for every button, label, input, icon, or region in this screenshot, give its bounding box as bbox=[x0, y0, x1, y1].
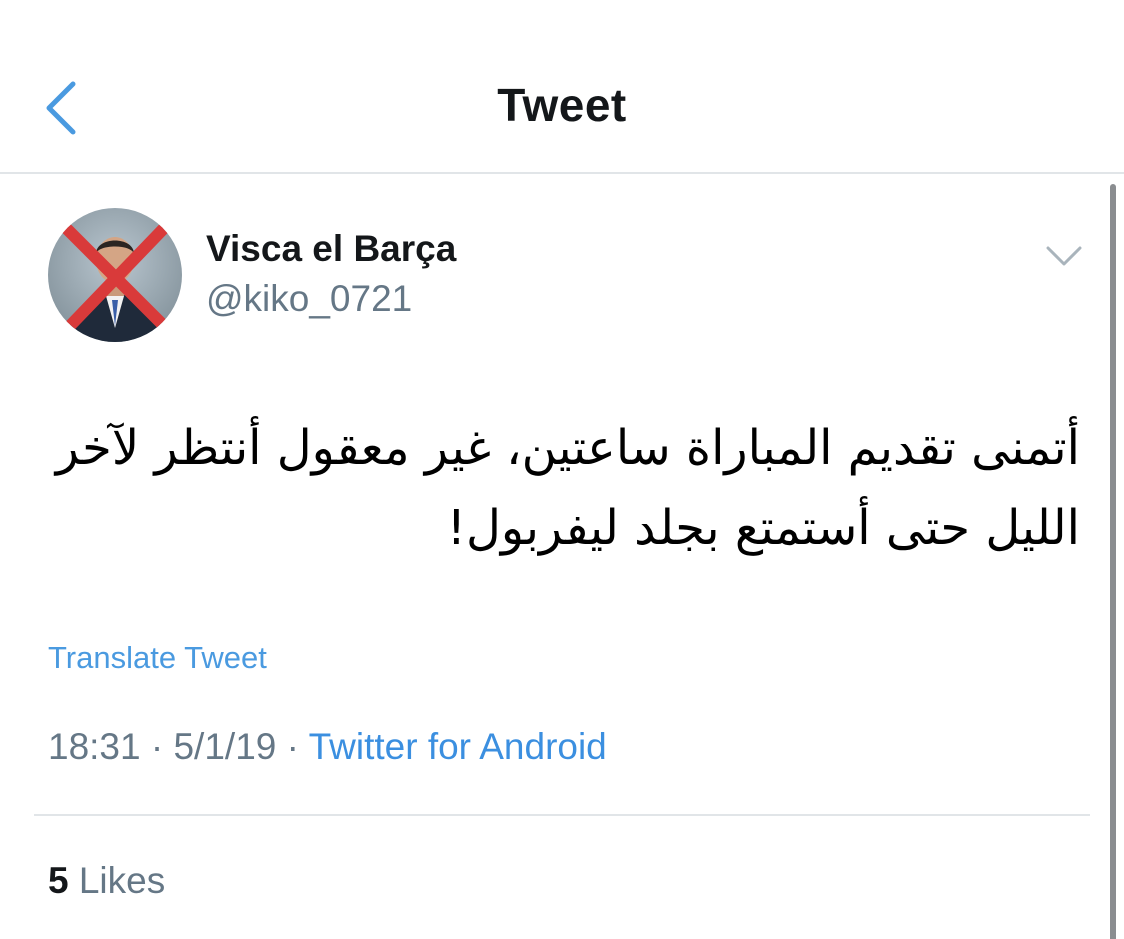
author-handle[interactable]: @kiko_0721 bbox=[206, 278, 412, 320]
tweet-text: أتمنى تقديم المباراة ساعتين، غير معقول أ… bbox=[55, 420, 1080, 556]
likes-count: 5 bbox=[48, 860, 69, 901]
divider bbox=[34, 814, 1090, 816]
likes-link[interactable]: 5 Likes bbox=[48, 860, 165, 902]
tweet-source-link[interactable]: Twitter for Android bbox=[309, 726, 607, 767]
tweet-metadata: 18:31 · 5/1/19 · Twitter for Android bbox=[48, 726, 607, 768]
tweet-detail-screen: Tweet Visca el Barça @kiko_0721 أتمنى تق… bbox=[0, 0, 1124, 939]
separator-dot: · bbox=[276, 726, 309, 767]
translate-tweet-link[interactable]: Translate Tweet bbox=[48, 640, 267, 676]
page-title: Tweet bbox=[497, 79, 627, 131]
likes-label: Likes bbox=[78, 860, 166, 901]
tweet-date: 5/1/19 bbox=[173, 726, 277, 767]
top-navigation-bar: Tweet bbox=[0, 0, 1124, 174]
tweet-options-button[interactable] bbox=[1040, 236, 1088, 276]
avatar[interactable] bbox=[48, 208, 182, 342]
scrollbar[interactable] bbox=[1110, 184, 1116, 939]
avatar-image bbox=[48, 208, 182, 342]
tweet-time: 18:31 bbox=[48, 726, 141, 767]
separator-dot: · bbox=[140, 726, 174, 767]
chevron-down-icon bbox=[1046, 246, 1082, 266]
author-display-name[interactable]: Visca el Barça bbox=[206, 228, 456, 270]
